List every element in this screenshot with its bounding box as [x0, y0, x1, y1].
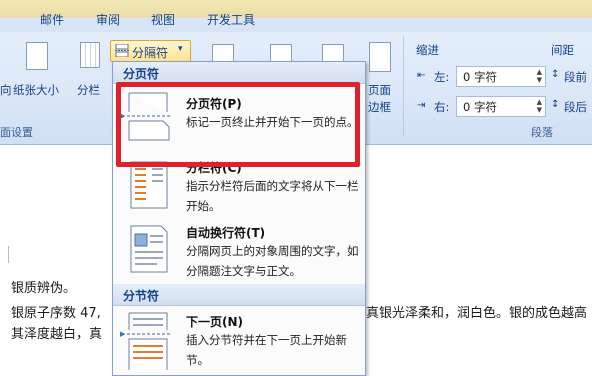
indent-left-stepper[interactable]: 0 字符 ▲ ▼	[456, 66, 546, 87]
doc-line-2-left: 银原子序数 47,	[11, 306, 101, 321]
text-wrapping-break-icon	[127, 224, 172, 274]
doc-line-3-left: 其泽度越白，真	[11, 327, 103, 342]
text-cursor-marker	[8, 246, 9, 263]
page-borders-label-2[interactable]: 边框	[368, 99, 391, 115]
orientation-label[interactable]: 向	[0, 82, 12, 98]
breaks-button-label: 分隔符	[132, 46, 169, 60]
menu-item-next-page[interactable]: ▶ 下一页(N) 插入分节符并在下一页上开始新节。	[113, 308, 365, 374]
ribbon-tab-strip: 邮件 审阅 视图 开发工具	[0, 0, 592, 32]
spacing-after-icon: ↕	[551, 99, 560, 110]
spacing-after-label[interactable]: 段后	[564, 99, 587, 115]
column-break-icon	[127, 160, 172, 210]
menu-item-title: 自动换行符(T)	[186, 226, 266, 240]
columns-button[interactable]: 分栏	[77, 82, 100, 98]
stepper-up-icon[interactable]: ▲	[537, 68, 542, 76]
page-setup-caption: 面设置	[0, 126, 33, 139]
tab-mailings[interactable]: 邮件	[40, 11, 64, 28]
indent-right-stepper[interactable]: 0 字符 ▲ ▼	[456, 96, 546, 117]
doc-line-2-right: 真银光泽柔和，润白色。银的成色越高	[366, 306, 588, 321]
tab-view[interactable]: 视图	[151, 11, 175, 28]
spacing-header: 间距	[551, 43, 574, 57]
spacing-before-icon: ↕	[551, 69, 560, 80]
tab-review[interactable]: 审阅	[96, 11, 120, 28]
doc-line-1: 银质辨伪。	[11, 281, 77, 296]
paper-size-button[interactable]: 纸张大小	[13, 82, 59, 98]
menu-item-desc: 指示分栏符后面的文字将从下一栏开始。	[186, 179, 359, 213]
stepper-down-icon[interactable]: ▼	[537, 106, 542, 114]
breaks-dropdown-menu: 分页符 ▶ 分页符(P) 标记一页终止并开始下一页的点。 分栏符(C) 指示分栏…	[112, 61, 366, 376]
breaks-button[interactable]: 分隔符 ▾	[110, 40, 191, 62]
indent-right-icon: ⇥	[417, 100, 426, 111]
menu-item-desc: 分隔网页上的对象周围的文字，如分隔题注文字与正文。	[186, 244, 359, 278]
menu-item-title: 下一页(N)	[186, 315, 244, 329]
indent-header: 缩进	[416, 43, 439, 57]
breaks-icon	[115, 43, 129, 58]
menu-item-title: 分栏符(C)	[186, 161, 242, 175]
chevron-down-icon: ▾	[178, 44, 183, 54]
page-borders-label-1[interactable]: 页面	[368, 82, 391, 98]
menu-item-desc: 插入分节符并在下一页上开始新节。	[186, 333, 347, 367]
menu-item-column-break[interactable]: 分栏符(C) 指示分栏符后面的文字将从下一栏开始。	[113, 154, 365, 220]
indent-right-value: 0 字符	[463, 100, 497, 114]
menu-item-text-wrapping-break[interactable]: 自动换行符(T) 分隔网页上的对象周围的文字，如分隔题注文字与正文。	[113, 220, 365, 282]
bullet-arrow-icon: ▶	[120, 330, 126, 338]
page-borders-icon	[369, 42, 391, 72]
page-breaks-header: 分页符	[113, 62, 365, 84]
bullet-arrow-icon: ▶	[120, 112, 126, 120]
paper-size-icon	[26, 42, 48, 70]
stepper-down-icon[interactable]: ▼	[537, 76, 542, 84]
menu-item-page-break[interactable]: ▶ 分页符(P) 标记一页终止并开始下一页的点。	[113, 86, 365, 150]
spacing-before-label[interactable]: 段前	[564, 69, 587, 85]
tab-developer[interactable]: 开发工具	[207, 11, 255, 28]
indent-left-label: 左:	[434, 70, 450, 84]
paragraph-caption: 段落	[531, 126, 553, 139]
indent-right-label: 右:	[434, 100, 450, 114]
next-page-section-icon	[127, 312, 172, 370]
page-break-icon	[127, 92, 172, 142]
section-breaks-header: 分节符	[113, 284, 365, 306]
columns-icon	[80, 42, 100, 68]
stepper-up-icon[interactable]: ▲	[537, 98, 542, 106]
indent-left-icon: ⇤	[417, 70, 426, 81]
group-divider	[403, 36, 404, 136]
menu-item-title: 分页符(P)	[186, 97, 242, 111]
indent-left-value: 0 字符	[463, 70, 497, 84]
menu-item-desc: 标记一页终止并开始下一页的点。	[186, 115, 359, 129]
